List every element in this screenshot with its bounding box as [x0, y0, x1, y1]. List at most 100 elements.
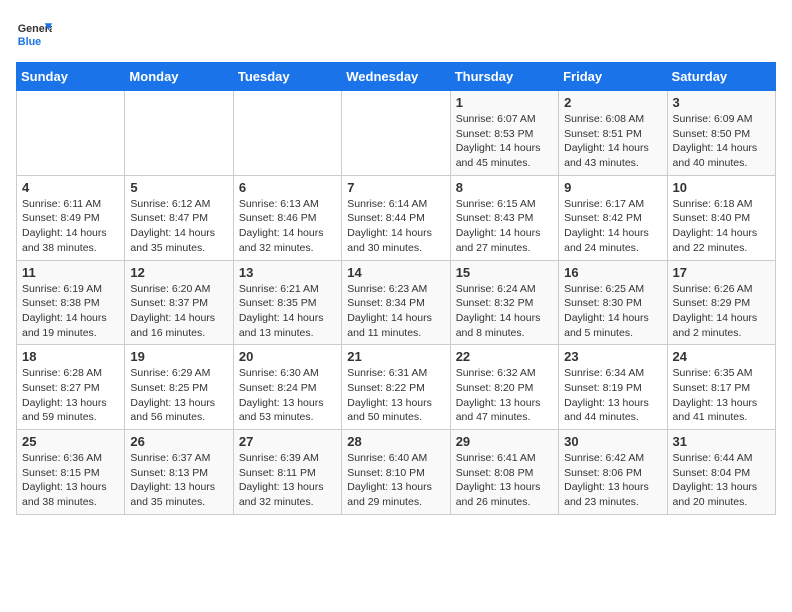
day-info: Sunrise: 6:30 AM Sunset: 8:24 PM Dayligh…	[239, 366, 336, 425]
day-number: 20	[239, 349, 336, 364]
calendar-cell: 14 Sunrise: 6:23 AM Sunset: 8:34 PM Dayli…	[342, 260, 450, 345]
calendar-cell: 8Sunrise: 6:15 AM Sunset: 8:43 PM Daylig…	[450, 175, 558, 260]
day-number: 9	[564, 180, 661, 195]
calendar-cell: 2 Sunrise: 6:08 AM Sunset: 8:51 PM Daylig…	[559, 91, 667, 176]
calendar-cell	[342, 91, 450, 176]
day-number: 14	[347, 265, 444, 280]
day-info: Sunrise: 6:32 AM Sunset: 8:20 PM Dayligh…	[456, 366, 553, 425]
calendar-cell: 9 Sunrise: 6:17 AM Sunset: 8:42 PM Daylig…	[559, 175, 667, 260]
day-info: Sunrise: 6:40 AM Sunset: 8:10 PM Dayligh…	[347, 451, 444, 510]
day-info: Sunrise: 6:18 AM Sunset: 8:40 PM Dayligh…	[673, 197, 770, 256]
day-info: Sunrise: 6:11 AM Sunset: 8:49 PM Dayligh…	[22, 197, 119, 256]
day-number: 22	[456, 349, 553, 364]
calendar-cell	[233, 91, 341, 176]
day-info: Sunrise: 6:42 AM Sunset: 8:06 PM Dayligh…	[564, 451, 661, 510]
day-number: 6	[239, 180, 336, 195]
day-number: 7	[347, 180, 444, 195]
day-info: Sunrise: 6:39 AM Sunset: 8:11 PM Dayligh…	[239, 451, 336, 510]
calendar-cell: 24 Sunrise: 6:35 AM Sunset: 8:17 PM Dayli…	[667, 345, 775, 430]
day-info: Sunrise: 6:41 AM Sunset: 8:08 PM Dayligh…	[456, 451, 553, 510]
day-number: 8	[456, 180, 553, 195]
calendar-cell: 15 Sunrise: 6:24 AM Sunset: 8:32 PM Dayli…	[450, 260, 558, 345]
calendar-cell: 19 Sunrise: 6:29 AM Sunset: 8:25 PM Dayli…	[125, 345, 233, 430]
calendar-cell: 17 Sunrise: 6:26 AM Sunset: 8:29 PM Dayli…	[667, 260, 775, 345]
day-number: 23	[564, 349, 661, 364]
calendar-cell: 13 Sunrise: 6:21 AM Sunset: 8:35 PM Dayli…	[233, 260, 341, 345]
day-number: 19	[130, 349, 227, 364]
header-wednesday: Wednesday	[342, 63, 450, 91]
day-number: 29	[456, 434, 553, 449]
day-number: 21	[347, 349, 444, 364]
header-tuesday: Tuesday	[233, 63, 341, 91]
calendar-cell: 16Sunrise: 6:25 AM Sunset: 8:30 PM Dayli…	[559, 260, 667, 345]
day-number: 28	[347, 434, 444, 449]
day-info: Sunrise: 6:21 AM Sunset: 8:35 PM Dayligh…	[239, 282, 336, 341]
day-info: Sunrise: 6:13 AM Sunset: 8:46 PM Dayligh…	[239, 197, 336, 256]
day-info: Sunrise: 6:34 AM Sunset: 8:19 PM Dayligh…	[564, 366, 661, 425]
day-info: Sunrise: 6:09 AM Sunset: 8:50 PM Dayligh…	[673, 112, 770, 171]
page-header: General Blue	[16, 16, 776, 52]
day-info: Sunrise: 6:36 AM Sunset: 8:15 PM Dayligh…	[22, 451, 119, 510]
day-number: 3	[673, 95, 770, 110]
header-friday: Friday	[559, 63, 667, 91]
header-monday: Monday	[125, 63, 233, 91]
calendar-cell: 18Sunrise: 6:28 AM Sunset: 8:27 PM Dayli…	[17, 345, 125, 430]
day-number: 17	[673, 265, 770, 280]
day-number: 13	[239, 265, 336, 280]
calendar-cell: 21 Sunrise: 6:31 AM Sunset: 8:22 PM Dayli…	[342, 345, 450, 430]
calendar-cell	[125, 91, 233, 176]
day-info: Sunrise: 6:14 AM Sunset: 8:44 PM Dayligh…	[347, 197, 444, 256]
calendar-cell: 28 Sunrise: 6:40 AM Sunset: 8:10 PM Dayli…	[342, 430, 450, 515]
header-sunday: Sunday	[17, 63, 125, 91]
day-info: Sunrise: 6:44 AM Sunset: 8:04 PM Dayligh…	[673, 451, 770, 510]
calendar-cell: 10 Sunrise: 6:18 AM Sunset: 8:40 PM Dayli…	[667, 175, 775, 260]
day-info: Sunrise: 6:25 AM Sunset: 8:30 PM Dayligh…	[564, 282, 661, 341]
day-number: 5	[130, 180, 227, 195]
svg-text:Blue: Blue	[18, 36, 41, 48]
calendar-table: SundayMondayTuesdayWednesdayThursdayFrid…	[16, 62, 776, 515]
calendar-cell: 3 Sunrise: 6:09 AM Sunset: 8:50 PM Daylig…	[667, 91, 775, 176]
day-number: 4	[22, 180, 119, 195]
day-number: 24	[673, 349, 770, 364]
day-number: 11	[22, 265, 119, 280]
day-info: Sunrise: 6:08 AM Sunset: 8:51 PM Dayligh…	[564, 112, 661, 171]
day-info: Sunrise: 6:31 AM Sunset: 8:22 PM Dayligh…	[347, 366, 444, 425]
day-number: 27	[239, 434, 336, 449]
calendar-cell: 22 Sunrise: 6:32 AM Sunset: 8:20 PM Dayli…	[450, 345, 558, 430]
day-info: Sunrise: 6:19 AM Sunset: 8:38 PM Dayligh…	[22, 282, 119, 341]
day-number: 1	[456, 95, 553, 110]
calendar-cell: 23 Sunrise: 6:34 AM Sunset: 8:19 PM Dayli…	[559, 345, 667, 430]
calendar-cell: 12Sunrise: 6:20 AM Sunset: 8:37 PM Dayli…	[125, 260, 233, 345]
day-number: 10	[673, 180, 770, 195]
calendar-cell	[17, 91, 125, 176]
header-thursday: Thursday	[450, 63, 558, 91]
day-info: Sunrise: 6:24 AM Sunset: 8:32 PM Dayligh…	[456, 282, 553, 341]
calendar-cell: 20 Sunrise: 6:30 AM Sunset: 8:24 PM Dayli…	[233, 345, 341, 430]
day-info: Sunrise: 6:37 AM Sunset: 8:13 PM Dayligh…	[130, 451, 227, 510]
day-number: 30	[564, 434, 661, 449]
day-info: Sunrise: 6:07 AM Sunset: 8:53 PM Dayligh…	[456, 112, 553, 171]
day-number: 26	[130, 434, 227, 449]
calendar-cell: 29 Sunrise: 6:41 AM Sunset: 8:08 PM Dayli…	[450, 430, 558, 515]
calendar-week-row: 4 Sunrise: 6:11 AM Sunset: 8:49 PM Daylig…	[17, 175, 776, 260]
calendar-week-row: 18Sunrise: 6:28 AM Sunset: 8:27 PM Dayli…	[17, 345, 776, 430]
calendar-week-row: 25Sunrise: 6:36 AM Sunset: 8:15 PM Dayli…	[17, 430, 776, 515]
day-info: Sunrise: 6:23 AM Sunset: 8:34 PM Dayligh…	[347, 282, 444, 341]
logo-icon: General Blue	[16, 16, 52, 52]
day-number: 2	[564, 95, 661, 110]
day-number: 15	[456, 265, 553, 280]
day-info: Sunrise: 6:17 AM Sunset: 8:42 PM Dayligh…	[564, 197, 661, 256]
calendar-cell: 1 Sunrise: 6:07 AM Sunset: 8:53 PM Daylig…	[450, 91, 558, 176]
calendar-header-row: SundayMondayTuesdayWednesdayThursdayFrid…	[17, 63, 776, 91]
calendar-cell: 31 Sunrise: 6:44 AM Sunset: 8:04 PM Dayli…	[667, 430, 775, 515]
day-number: 18	[22, 349, 119, 364]
day-info: Sunrise: 6:26 AM Sunset: 8:29 PM Dayligh…	[673, 282, 770, 341]
day-number: 31	[673, 434, 770, 449]
calendar-week-row: 1 Sunrise: 6:07 AM Sunset: 8:53 PM Daylig…	[17, 91, 776, 176]
day-info: Sunrise: 6:35 AM Sunset: 8:17 PM Dayligh…	[673, 366, 770, 425]
day-info: Sunrise: 6:12 AM Sunset: 8:47 PM Dayligh…	[130, 197, 227, 256]
day-info: Sunrise: 6:29 AM Sunset: 8:25 PM Dayligh…	[130, 366, 227, 425]
calendar-cell: 27 Sunrise: 6:39 AM Sunset: 8:11 PM Dayli…	[233, 430, 341, 515]
header-saturday: Saturday	[667, 63, 775, 91]
calendar-cell: 26 Sunrise: 6:37 AM Sunset: 8:13 PM Dayli…	[125, 430, 233, 515]
